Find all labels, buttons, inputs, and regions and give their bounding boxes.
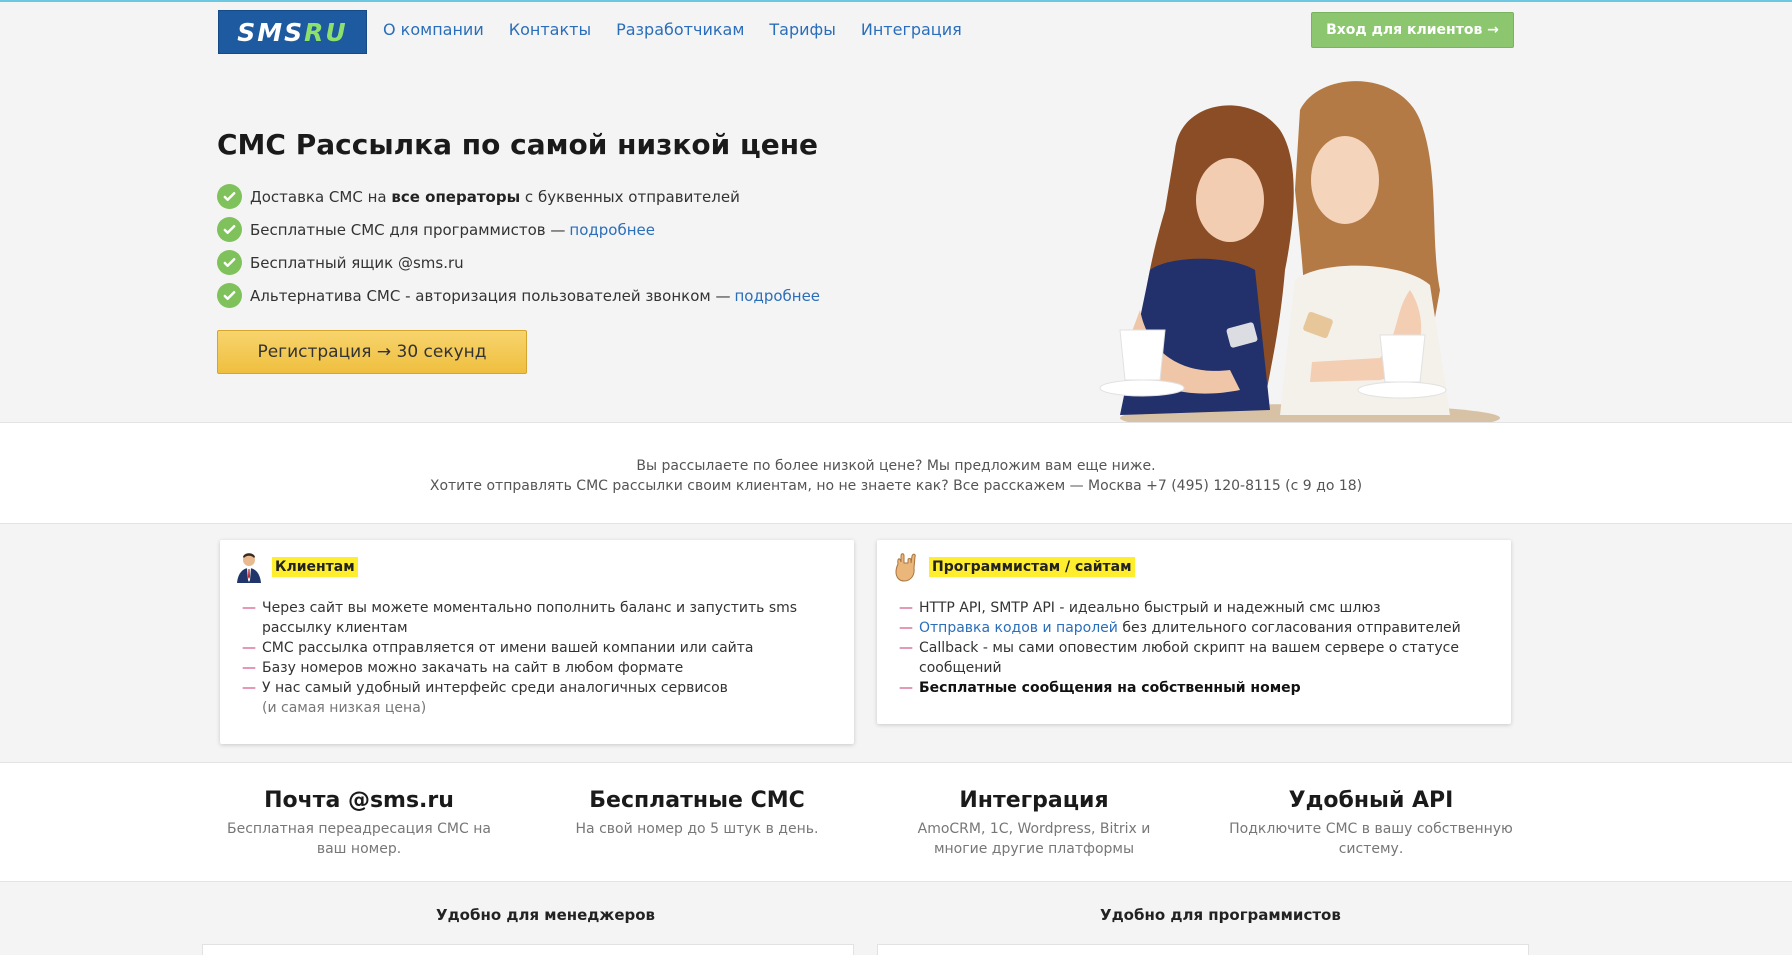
logo[interactable]: SMSRU [218,10,367,54]
feature-title: Удобный API [1288,788,1454,813]
programmers-preview [877,944,1529,955]
list-item: — Базу номеров можно закачать на сайт в л… [242,660,684,676]
feature-item: Бесплатный ящик @sms.ru [217,246,820,279]
features-row: Почта @sms.ru Бесплатная переадресация С… [0,762,1792,882]
main-nav: О компании Контакты Разработчикам Тарифы… [383,20,962,39]
check-icon [217,283,242,308]
feature-text: Бесплатные СМС для программистов — [250,220,566,239]
list-item: — Через сайт вы можете моментально пополн… [242,600,798,636]
feature-desc: Бесплатная переадресация СМС на ваш номе… [227,821,491,857]
nav-developers[interactable]: Разработчикам [616,20,744,39]
audience-cards: Клиентам — Через сайт вы можете моменталь… [0,524,1792,762]
list-item-note: (и самая низкая цена) [262,700,427,716]
clients-card-title: Клиентам [272,557,358,577]
nav-tariffs[interactable]: Тарифы [769,20,835,39]
feature-item: Альтернатива СМС - авторизация пользоват… [217,279,820,312]
logo-text: SMSRU [237,17,348,47]
check-icon [217,217,242,242]
feature-mail: Почта @sms.ru Бесплатная переадресация С… [214,788,504,859]
clients-card-header: Клиентам [232,550,358,584]
hero-title: СМС Рассылка по самой низкой цене [217,128,819,161]
more-link[interactable]: подробнее [569,221,655,239]
more-link[interactable]: подробнее [734,287,820,305]
info-line-2: Хотите отправлять СМС рассылки своим кли… [429,478,1363,494]
clients-list: — Через сайт вы можете моментально пополн… [242,598,842,718]
feature-desc: Подключите СМС в вашу собственную систем… [1229,821,1513,857]
register-button[interactable]: Регистрация → 30 секунд [217,330,527,374]
businessman-icon [237,553,261,583]
programmers-card: Программистам / сайтам — HTTP API, SMTP A… [877,540,1511,724]
hero: СМС Рассылка по самой низкой цене Достав… [0,60,1792,422]
feature-title: Интеграция [959,788,1109,813]
list-item: — СМС рассылка отправляется от имени ваше… [242,640,754,656]
programmers-card-title: Программистам / сайтам [929,557,1135,577]
managers-preview [202,944,854,955]
header: SMSRU О компании Контакты Разработчикам … [0,2,1792,60]
check-icon [217,184,242,209]
feature-text: Альтернатива СМС - авторизация пользоват… [250,286,731,305]
feature-item: Доставка СМС на все операторы с буквенны… [217,180,820,213]
feature-desc: AmoCRM, 1C, Wordpress, Bitrix и многие д… [917,821,1151,857]
clients-card: Клиентам — Через сайт вы можете моменталь… [220,540,854,744]
feature-title: Бесплатные СМС [589,788,805,813]
bottom-section: Удобно для менеджеров Удобно для програм… [0,882,1792,955]
managers-heading: Удобно для менеджеров [436,906,656,924]
programmers-heading: Удобно для программистов [1100,906,1341,924]
feature-item: Бесплатные СМС для программистов — подро… [217,213,820,246]
nav-about[interactable]: О компании [383,20,484,39]
feature-api: Удобный API Подключите СМС в вашу собств… [1226,788,1516,859]
info-strip: Вы рассылаете по более низкой цене? Мы п… [0,422,1792,524]
feature-free-sms: Бесплатные СМС На свой номер до 5 штук в… [552,788,842,839]
rock-hand-icon [895,553,916,582]
feature-list: Доставка СМС на все операторы с буквенны… [217,180,820,312]
feature-title: Почта @sms.ru [264,788,454,813]
programmers-list: — HTTP API, SMTP API - идеально быстрый и… [899,598,1499,698]
list-item: — HTTP API, SMTP API - идеально быстрый и… [899,600,1381,616]
list-item: — У нас самый удобный интерфейс среди ана… [242,680,728,696]
list-item: — Бесплатные сообщения на собственный ном… [899,680,1301,696]
info-line-1: Вы рассылаете по более низкой цене? Мы п… [636,458,1156,474]
feature-text: Доставка СМС на все операторы с буквенны… [250,187,740,206]
list-item: — Отправка кодов и паролей без длительног… [899,620,1461,636]
feature-integration: Интеграция AmoCRM, 1C, Wordpress, Bitrix… [889,788,1179,859]
programmers-card-header: Программистам / сайтам [889,550,1135,584]
client-login-button[interactable]: Вход для клиентов → [1311,12,1514,48]
feature-desc: На свой номер до 5 штук в день. [575,821,819,837]
feature-text: Бесплатный ящик @sms.ru [250,253,464,272]
nav-integration[interactable]: Интеграция [861,20,962,39]
codes-passwords-link[interactable]: Отправка кодов и паролей [919,620,1118,636]
hero-photo [1099,81,1500,422]
check-icon [217,250,242,275]
list-item: — Callback - мы сами оповестим любой скри… [899,640,1459,676]
nav-contacts[interactable]: Контакты [509,20,591,39]
